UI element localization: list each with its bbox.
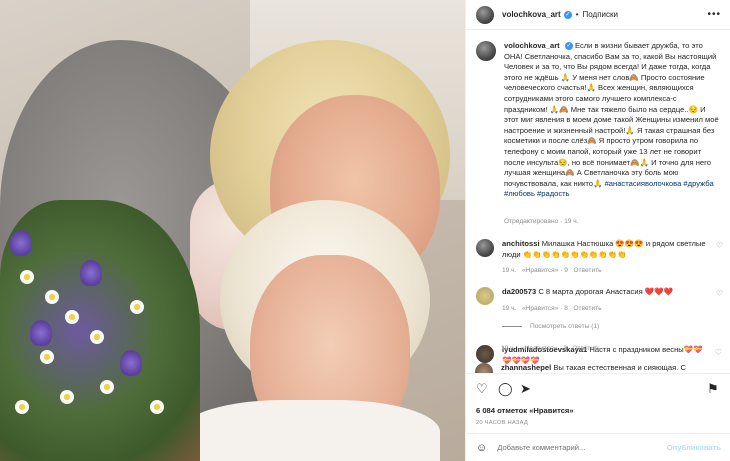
- comment-avatar[interactable]: [476, 345, 494, 363]
- daisy-flower: [60, 390, 74, 404]
- comment-like-icon[interactable]: ♡: [716, 241, 723, 250]
- comment-item: anchitossi Милашка Настюшка 😍😍😍 и рядом …: [476, 239, 726, 260]
- iris-flower: [30, 320, 52, 346]
- heart-icon[interactable]: ♡: [476, 382, 490, 396]
- caption-username[interactable]: volochkova_art: [504, 41, 560, 50]
- comment-item: zhannashepel Вы такая естественная и сия…: [475, 363, 725, 373]
- author-avatar[interactable]: [476, 5, 494, 24]
- iris-flower: [80, 260, 102, 286]
- caption-body: Если в жизни бывает дружба, то это ОНА! …: [504, 41, 719, 188]
- comment-reply-button[interactable]: Ответить: [573, 267, 601, 274]
- comment-meta: 19 ч. «Нравится» · 3 Ответить: [501, 345, 601, 352]
- bookmark-icon[interactable]: ⚑: [707, 382, 721, 396]
- share-icon[interactable]: ➤: [520, 382, 534, 396]
- header-separator: •: [575, 10, 579, 19]
- post-actions: ♡ ◯ ➤ ⚑ 6 084 отметок «Нравится» 20 ЧАСО…: [466, 373, 730, 433]
- daisy-flower: [90, 330, 104, 344]
- photo-sweater: [180, 400, 440, 461]
- post-header: volochkova_art ✓ • Подписки •••: [466, 0, 730, 30]
- daisy-flower: [150, 400, 164, 414]
- comment-body: С 8 марта дорогая Анастасия ❤️❤️❤️: [538, 287, 674, 296]
- comment-likes[interactable]: «Нравится» · 3: [521, 345, 567, 352]
- caption-text: volochkova_art ✓ Если в жизни бывает дру…: [504, 41, 721, 200]
- post-photo[interactable]: [0, 0, 465, 461]
- daisy-flower: [15, 400, 29, 414]
- comment-text: anchitossi Милашка Настюшка 😍😍😍 и рядом …: [502, 239, 707, 260]
- comment-time: 19 ч.: [502, 305, 517, 312]
- comment-like-icon[interactable]: ♡: [715, 348, 722, 357]
- comment-input[interactable]: [497, 443, 667, 452]
- view-replies-button[interactable]: Посмотреть ответы (1): [502, 323, 599, 330]
- comment-username[interactable]: da200573: [502, 287, 536, 296]
- comment-meta: 19 ч. «Нравится» · 8 Ответить: [502, 305, 602, 312]
- comment-text: zhannashepel Вы такая естественная и сия…: [501, 363, 706, 373]
- comment-text: da200573 С 8 марта дорогая Анастасия ❤️❤…: [502, 287, 707, 305]
- comment-avatar[interactable]: [476, 287, 494, 305]
- comment-icon[interactable]: ◯: [498, 382, 513, 396]
- comments-scroll[interactable]: volochkova_art ✓ Если в жизни бывает дру…: [466, 31, 730, 373]
- likes-count[interactable]: 6 084 отметок «Нравится»: [476, 406, 574, 415]
- verified-badge-icon: ✓: [564, 42, 573, 50]
- caption-avatar[interactable]: [476, 41, 496, 61]
- comment-composer: ☺ Опубликовать: [466, 433, 730, 461]
- comment-like-icon[interactable]: ♡: [716, 289, 723, 298]
- comment-body: Вы такая естественная и сияющая. С: [553, 363, 686, 372]
- comment-avatar[interactable]: [476, 239, 494, 257]
- replies-line: [502, 326, 522, 327]
- following-button[interactable]: Подписки: [583, 10, 618, 19]
- author-username[interactable]: volochkova_art: [502, 10, 561, 19]
- comment-item: da200573 С 8 марта дорогая Анастасия ❤️❤…: [476, 287, 726, 305]
- daisy-flower: [45, 290, 59, 304]
- iris-flower: [120, 350, 142, 376]
- comment-likes[interactable]: «Нравится» · 9: [522, 267, 568, 274]
- comment-time: 19 ч.: [502, 267, 517, 274]
- photo-bouquet: [0, 200, 200, 461]
- post-time: 20 ЧАСОВ НАЗАД: [476, 420, 528, 426]
- emoji-icon[interactable]: ☺: [476, 442, 487, 454]
- daisy-flower: [100, 380, 114, 394]
- publish-button[interactable]: Опубликовать: [667, 443, 721, 452]
- comment-username[interactable]: anchitossi: [502, 239, 540, 248]
- comment-username[interactable]: zhannashepel: [501, 363, 551, 372]
- comment-likes[interactable]: «Нравится» · 8: [522, 305, 568, 312]
- comment-meta: 19 ч. «Нравится» · 9 Ответить: [502, 267, 602, 274]
- comment-avatar[interactable]: [475, 363, 493, 373]
- view-replies-label[interactable]: Посмотреть ответы (1): [530, 323, 599, 330]
- daisy-flower: [130, 300, 144, 314]
- caption: volochkova_art ✓ Если в жизни бывает дру…: [476, 41, 721, 200]
- comment-reply-button[interactable]: Ответить: [572, 345, 600, 352]
- comment-reply-button[interactable]: Ответить: [573, 305, 601, 312]
- post-panel: volochkova_art ✓ • Подписки ••• volochko…: [465, 0, 730, 461]
- daisy-flower: [20, 270, 34, 284]
- daisy-flower: [65, 310, 79, 324]
- comment-time: 19 ч.: [501, 345, 516, 352]
- iris-flower: [10, 230, 32, 256]
- verified-badge-icon: ✓: [563, 10, 572, 19]
- more-options-icon[interactable]: •••: [707, 9, 721, 20]
- daisy-flower: [40, 350, 54, 364]
- caption-edited-time: Отредактировано · 19 ч.: [504, 218, 579, 225]
